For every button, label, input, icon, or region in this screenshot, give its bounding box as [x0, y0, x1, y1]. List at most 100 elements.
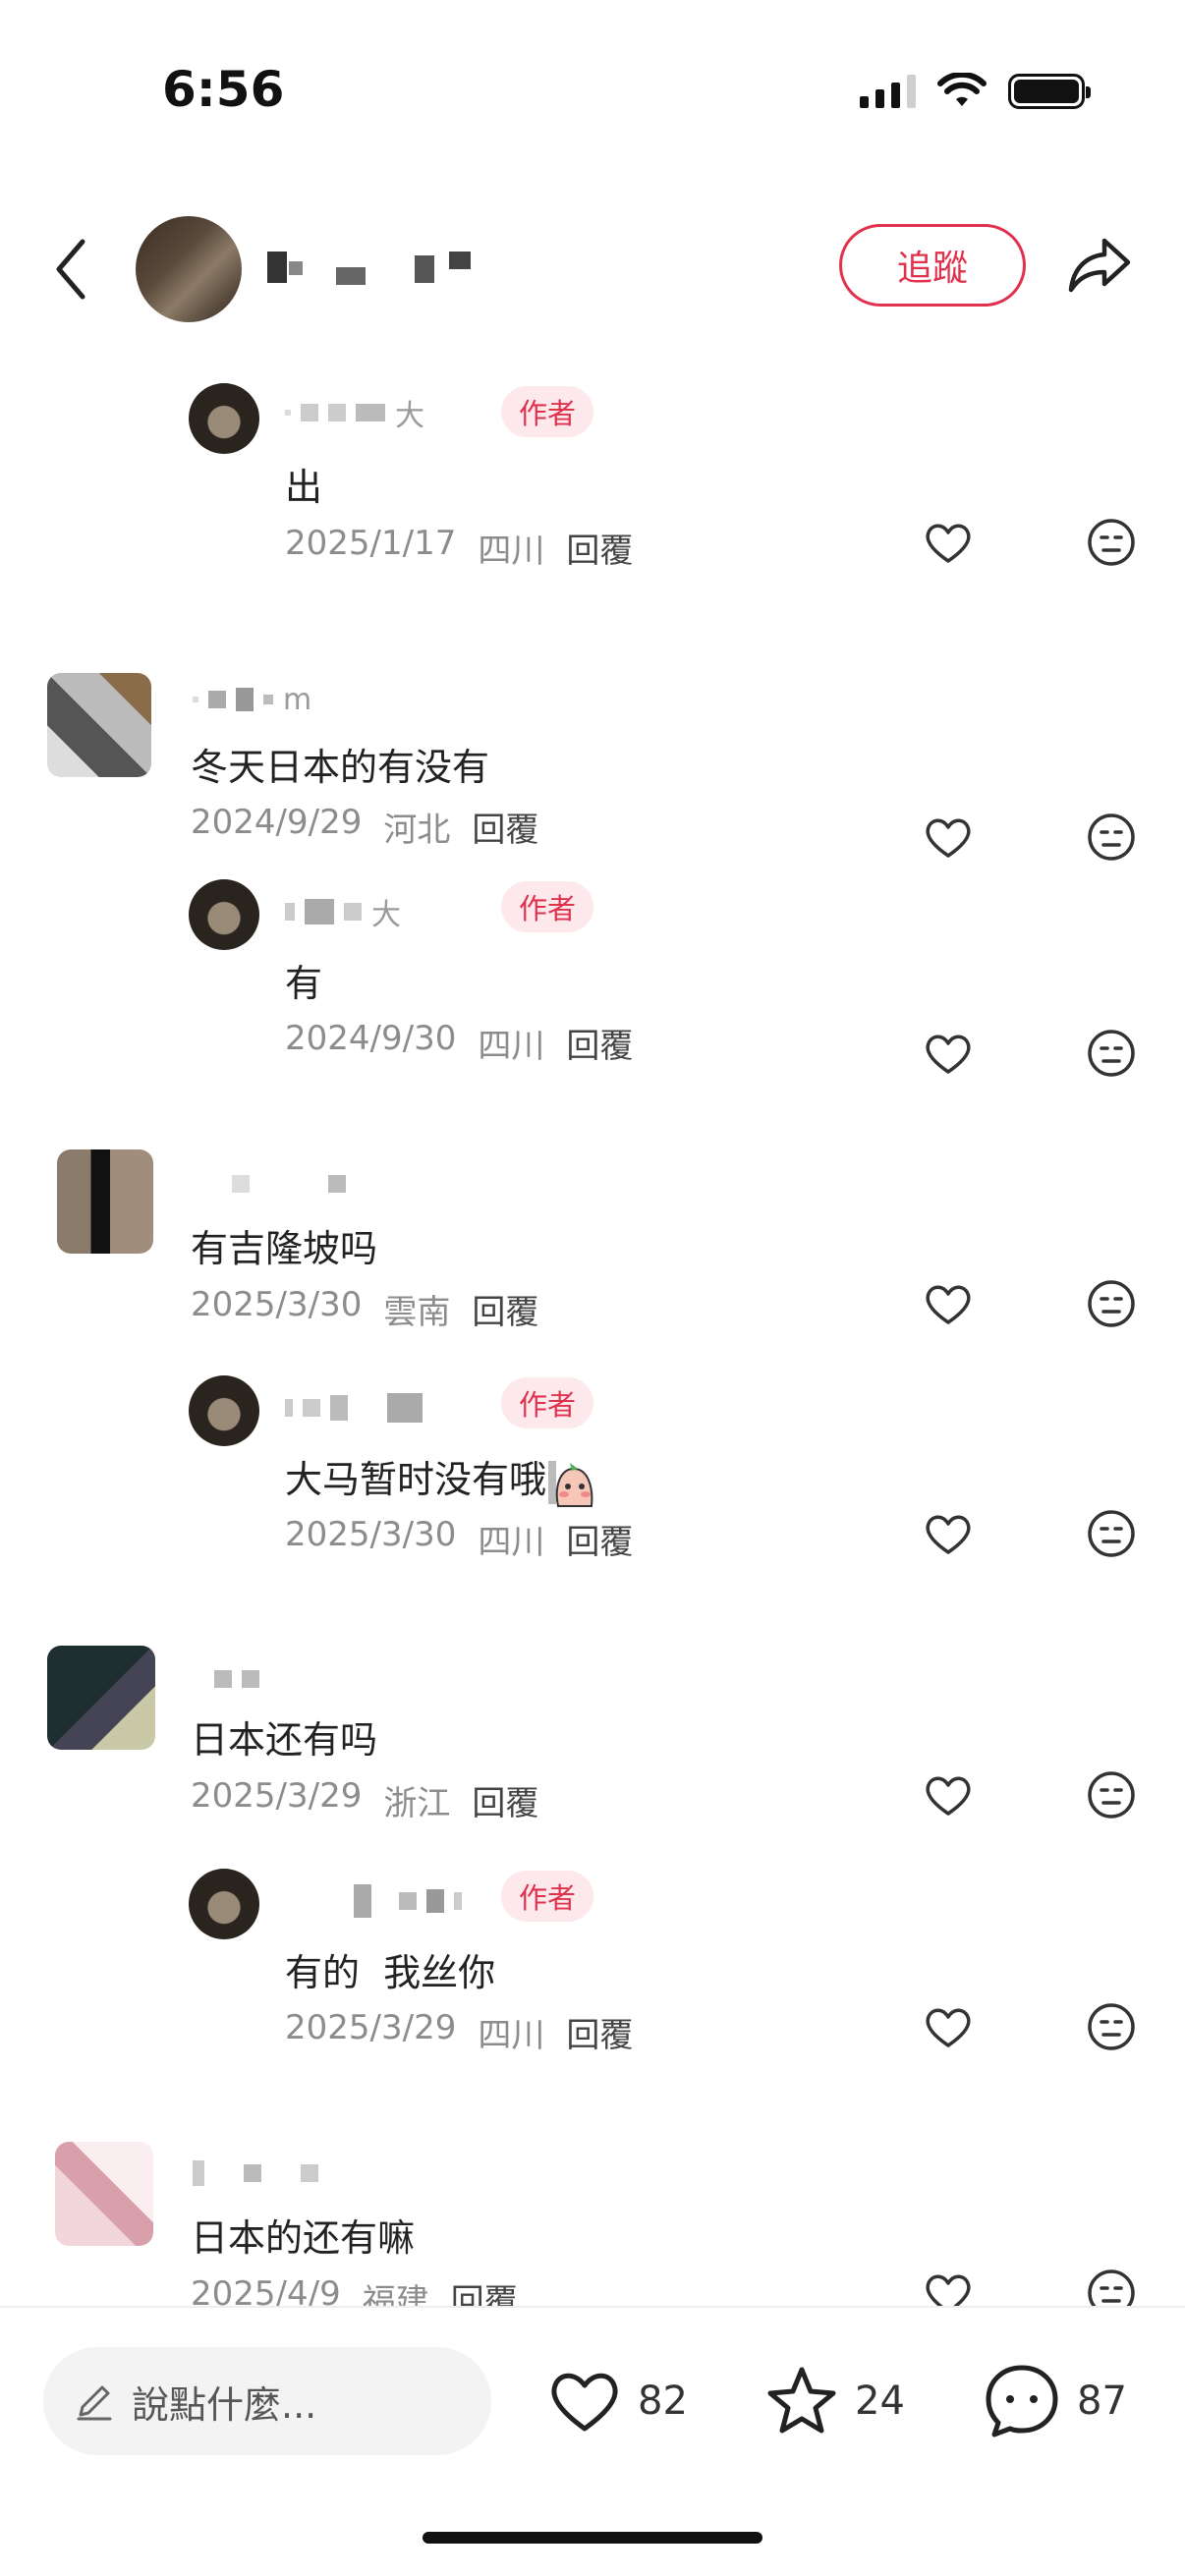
reply-button[interactable]: 回覆 [566, 524, 633, 572]
reply-button[interactable]: 回覆 [472, 1285, 538, 1333]
comment-input-placeholder: 說點什麼... [132, 2382, 317, 2427]
top-comment: 日本还有吗 2025/3/29 浙江 回覆 [0, 1631, 1185, 1827]
reply-comment: 大 作者 有 2024/9/30 四川 回覆 [0, 860, 1185, 1066]
comment-date: 2024/9/29 [191, 803, 363, 842]
comment-meta: 2025/1/17 四川 回覆 [285, 524, 633, 572]
pencil-icon [77, 2385, 112, 2421]
author-avatar[interactable] [136, 216, 242, 322]
star-icon [767, 2367, 836, 2434]
comment-text[interactable]: 日本还有吗 [191, 1709, 377, 1764]
author-badge: 作者 [501, 386, 594, 437]
share-icon[interactable] [1065, 231, 1134, 300]
avatar[interactable] [189, 1869, 259, 1939]
comment-text-body: 大马暂时没有哦 [285, 1458, 547, 1501]
comment-text[interactable]: 有的 我丝你 [285, 1942, 495, 1996]
neutral-face-icon[interactable] [1085, 1507, 1138, 1560]
comment-text[interactable]: 出 [285, 457, 322, 511]
reply-comment: 作者 有的 我丝你 2025/3/29 四川 回覆 [0, 1849, 1185, 2055]
comment-meta: 2025/4/9 福建 回覆 [191, 2274, 518, 2306]
bottom-bar: 說點什麼... 82 24 87 [0, 2306, 1185, 2576]
blushing-sticker-icon [548, 1460, 593, 1507]
reply-button[interactable]: 回覆 [566, 2008, 633, 2056]
follow-button[interactable]: 追蹤 [839, 224, 1026, 307]
comment-input[interactable]: 說點什麼... [43, 2347, 491, 2455]
top-comment: m 冬天日本的有没有 2024/9/29 河北 回覆 [0, 644, 1185, 850]
comment-meta: 2025/3/29 四川 回覆 [285, 2008, 633, 2056]
avatar[interactable] [189, 879, 259, 950]
comment-meta: 2025/3/30 雲南 回覆 [191, 1285, 538, 1333]
status-bar: 6:56 [0, 0, 1185, 187]
avatar[interactable] [189, 383, 259, 454]
neutral-face-icon[interactable] [1085, 1277, 1138, 1330]
comment-meta: 2025/3/30 四川 回覆 [285, 1515, 633, 1563]
neutral-face-icon[interactable] [1085, 2267, 1138, 2306]
star-count: 24 [855, 2379, 905, 2424]
author-name-obscured[interactable] [267, 248, 503, 287]
username-obscured[interactable] [193, 2156, 328, 2190]
author-badge: 作者 [501, 881, 594, 932]
neutral-face-icon[interactable] [1085, 2000, 1138, 2053]
comment-meta: 2024/9/29 河北 回覆 [191, 803, 538, 851]
heart-icon[interactable] [922, 2000, 975, 2053]
comment-text[interactable]: 冬天日本的有没有 [191, 737, 489, 791]
comment-meta: 2024/9/30 四川 回覆 [285, 1019, 633, 1067]
username-obscured[interactable] [214, 1662, 269, 1696]
avatar[interactable] [47, 1646, 155, 1750]
status-time: 6:56 [162, 61, 285, 118]
comment-action[interactable]: 87 [981, 2357, 1127, 2445]
neutral-face-icon[interactable] [1085, 1027, 1138, 1080]
neutral-face-icon[interactable] [1085, 516, 1138, 569]
reply-button[interactable]: 回覆 [566, 1019, 633, 1067]
heart-icon[interactable] [922, 1507, 975, 1560]
heart-icon[interactable] [922, 1768, 975, 1821]
heart-icon[interactable] [922, 2267, 975, 2306]
comment-text[interactable]: 有吉隆坡吗 [191, 1218, 377, 1272]
comment-location: 浙江 [383, 1784, 451, 1823]
favorite-action[interactable]: 24 [762, 2357, 905, 2445]
wifi-icon [937, 73, 987, 106]
heart-icon[interactable] [922, 1027, 975, 1080]
neutral-face-icon[interactable] [1085, 1768, 1138, 1821]
avatar[interactable] [189, 1375, 259, 1446]
reply-button[interactable]: 回覆 [472, 803, 538, 851]
reply-button[interactable]: 回覆 [472, 1776, 538, 1824]
username-obscured[interactable]: 大 [285, 396, 424, 433]
status-icons [860, 73, 1091, 110]
comment-location: 四川 [478, 2016, 545, 2055]
avatar[interactable] [55, 2142, 153, 2246]
chat-bubble-icon [986, 2365, 1058, 2437]
comment-count: 87 [1077, 2379, 1127, 2424]
neutral-face-icon[interactable] [1085, 811, 1138, 864]
comment-text[interactable]: 有 [285, 953, 322, 1007]
top-comment: 有吉隆坡吗 2025/3/30 雲南 回覆 [0, 1140, 1185, 1336]
heart-icon[interactable] [922, 516, 975, 569]
comment-date: 2025/4/9 [191, 2274, 341, 2306]
avatar[interactable] [47, 673, 151, 777]
back-icon[interactable] [47, 230, 96, 308]
author-badge: 作者 [501, 1871, 594, 1922]
comment-list: 大 作者 出 2025/1/17 四川 回覆 m 冬天日本的有没有 2024/9… [0, 349, 1185, 2306]
like-action[interactable]: 82 [545, 2357, 688, 2445]
comment-location: 福建 [362, 2282, 429, 2306]
comment-location: 四川 [478, 532, 545, 571]
username-obscured[interactable] [232, 1167, 356, 1201]
comment-date: 2024/9/30 [285, 1019, 457, 1058]
reply-button[interactable]: 回覆 [451, 2274, 518, 2306]
heart-icon[interactable] [922, 1277, 975, 1330]
comment-text[interactable]: 日本的还有嘛 [191, 2208, 415, 2262]
reply-button[interactable]: 回覆 [566, 1515, 633, 1563]
comment-date: 2025/3/29 [191, 1776, 363, 1816]
comment-meta: 2025/3/29 浙江 回覆 [191, 1776, 538, 1824]
comment-date: 2025/3/29 [285, 2008, 457, 2047]
username-obscured[interactable]: 大 [285, 895, 401, 932]
author-badge: 作者 [501, 1377, 594, 1428]
username-obscured[interactable]: m [193, 683, 311, 717]
top-comment: 日本的还有嘛 2025/4/9 福建 回覆 [0, 2127, 1185, 2306]
comment-text[interactable]: 大马暂时没有哦 [285, 1449, 597, 1508]
reply-comment: 大 作者 出 2025/1/17 四川 回覆 [0, 349, 1185, 571]
comment-date: 2025/3/30 [285, 1515, 457, 1554]
avatar[interactable] [57, 1149, 153, 1254]
username-obscured[interactable] [354, 1884, 472, 1918]
username-obscured[interactable] [285, 1391, 432, 1425]
heart-icon[interactable] [922, 811, 975, 864]
